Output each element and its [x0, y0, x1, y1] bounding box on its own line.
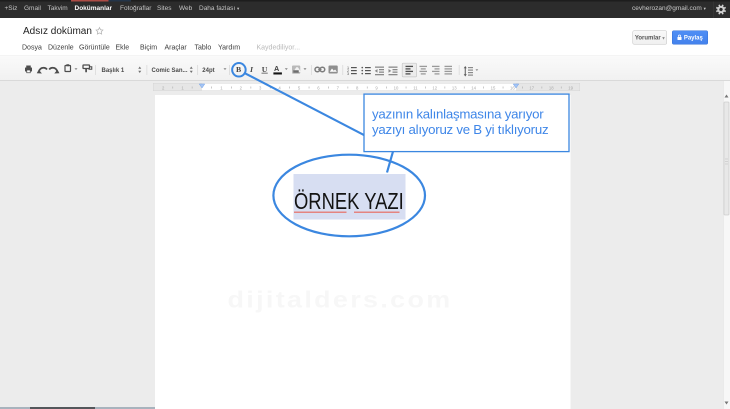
svg-text:yazıyı alıyoruz ve B yi tıklıy: yazıyı alıyoruz ve B yi tıklıyoruz: [372, 122, 548, 137]
svg-text:yazının kalınlaşmasına yarıyor: yazının kalınlaşmasına yarıyor: [372, 107, 544, 122]
